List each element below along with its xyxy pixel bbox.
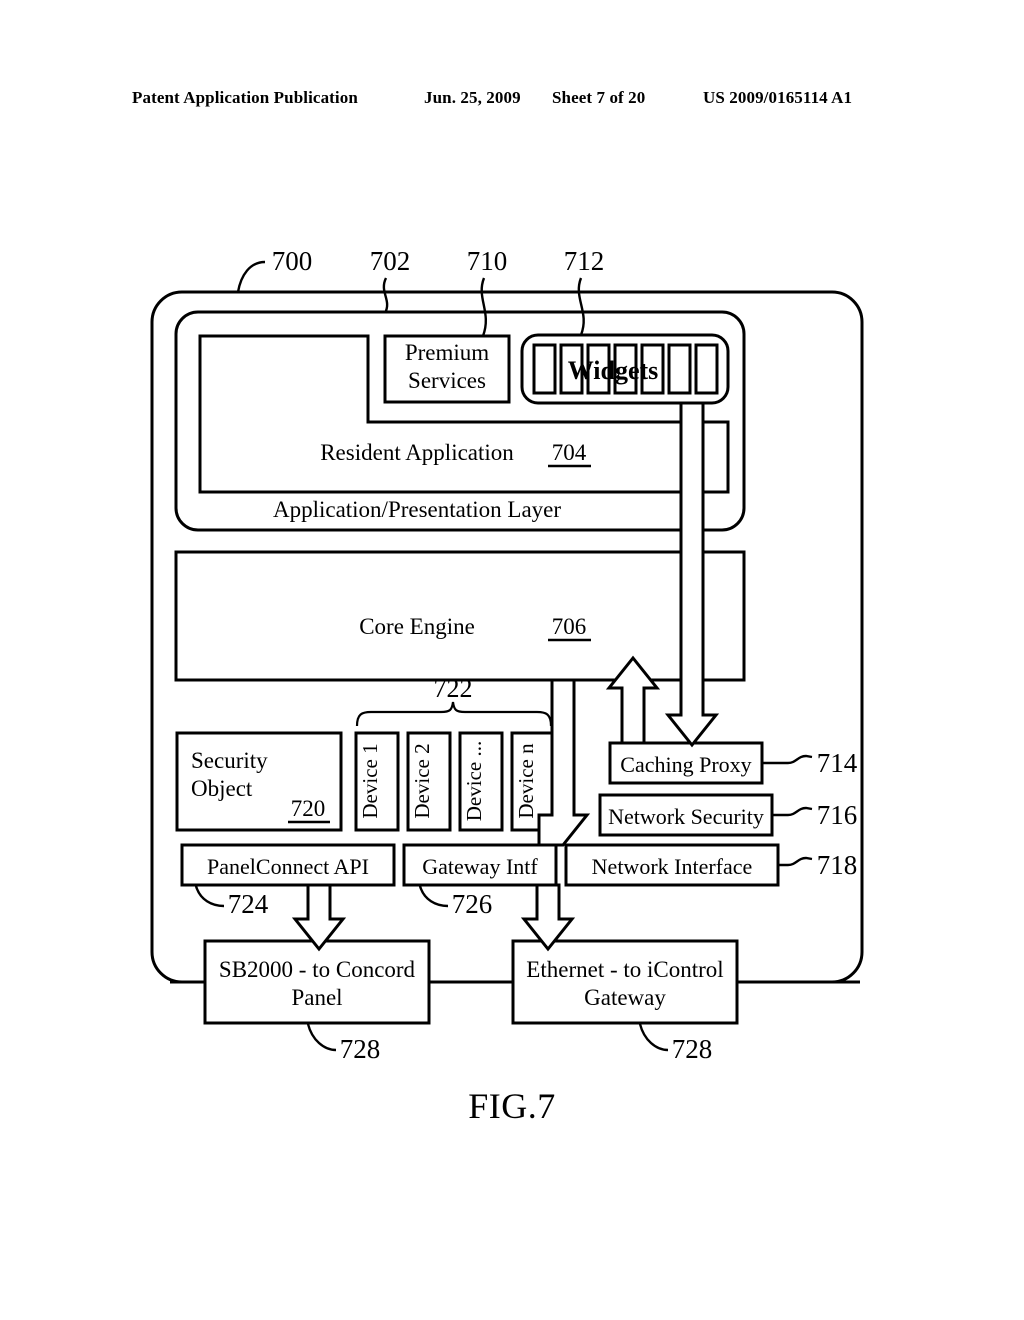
ref-712: 712 bbox=[564, 246, 605, 276]
patent-page: Patent Application Publication Jun. 25, … bbox=[0, 0, 1024, 1320]
ref-728-left: 728 bbox=[340, 1034, 381, 1064]
premium-services-label-line2: Services bbox=[408, 368, 486, 393]
sb2000-box bbox=[203, 939, 431, 1025]
ref-706: 706 bbox=[552, 614, 587, 639]
caching-proxy-label: Caching Proxy bbox=[620, 752, 751, 777]
security-object-label-line2: Object bbox=[191, 776, 253, 801]
security-object-label-line1: Security bbox=[191, 748, 268, 773]
ref-718: 718 bbox=[817, 850, 858, 880]
resident-application-label: Resident Application bbox=[320, 440, 514, 465]
device-n-label: Device n bbox=[514, 743, 538, 819]
figure-caption: FIG.7 bbox=[468, 1086, 556, 1126]
core-engine-label: Core Engine bbox=[359, 614, 475, 639]
network-interface-label: Network Interface bbox=[592, 854, 753, 879]
device-1-label: Device 1 bbox=[358, 743, 382, 818]
ref-724: 724 bbox=[228, 889, 269, 919]
ref-722: 722 bbox=[434, 674, 473, 703]
ref-710: 710 bbox=[467, 246, 508, 276]
premium-services-label-line1: Premium bbox=[405, 340, 489, 365]
sb2000-label-line1: SB2000 - to Concord bbox=[219, 957, 416, 982]
ref-726: 726 bbox=[452, 889, 493, 919]
gateway-intf-label: Gateway Intf bbox=[422, 854, 538, 879]
ethernet-gateway-box bbox=[511, 939, 739, 1025]
network-security-label: Network Security bbox=[608, 804, 764, 829]
ethernet-label-line1: Ethernet - to iControl bbox=[526, 957, 723, 982]
leader-728-left bbox=[306, 1023, 337, 1052]
sb2000-label-line2: Panel bbox=[291, 985, 342, 1010]
device-2-label: Device 2 bbox=[410, 743, 434, 818]
ethernet-label-line2: Gateway bbox=[584, 985, 666, 1010]
ref-714: 714 bbox=[817, 748, 858, 778]
ref-728-right: 728 bbox=[672, 1034, 713, 1064]
ref-702: 702 bbox=[370, 246, 411, 276]
device-ellipsis-label: Device ... bbox=[462, 741, 486, 821]
ref-704: 704 bbox=[552, 440, 587, 465]
leader-728-right bbox=[638, 1023, 669, 1052]
leader-700 bbox=[236, 260, 266, 293]
widgets-label: Widgets bbox=[568, 356, 659, 385]
application-presentation-layer-label: Application/Presentation Layer bbox=[273, 497, 561, 522]
ref-716: 716 bbox=[817, 800, 858, 830]
ref-700: 700 bbox=[272, 246, 313, 276]
ref-720: 720 bbox=[291, 796, 326, 821]
panelconnect-api-label: PanelConnect API bbox=[207, 854, 369, 879]
